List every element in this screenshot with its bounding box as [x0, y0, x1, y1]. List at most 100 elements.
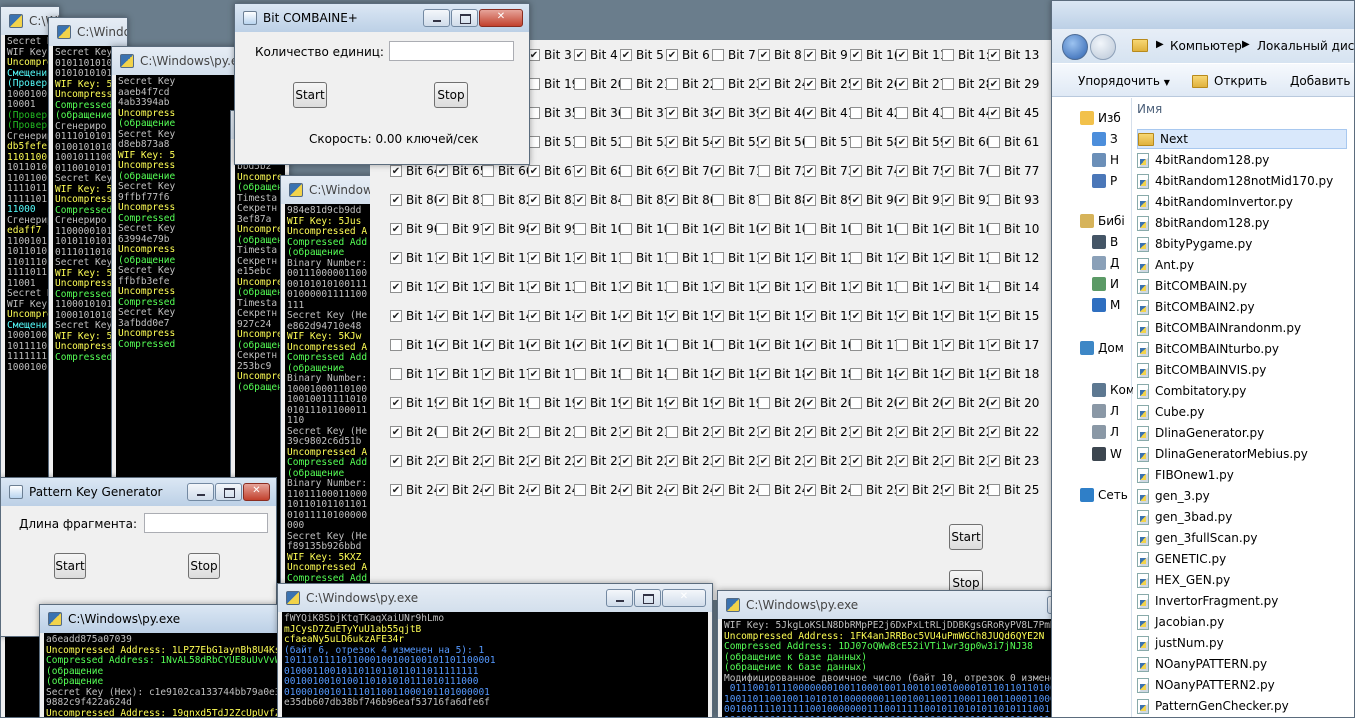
bit-checkbox[interactable]: Bit 17 — [942, 338, 993, 352]
close-button[interactable] — [479, 9, 523, 27]
grid-start-button[interactable]: Start — [949, 524, 983, 550]
unchecked-box-icon[interactable] — [988, 136, 1000, 148]
bit-checkbox[interactable]: Bit 22 — [620, 454, 671, 468]
checked-box-icon[interactable] — [528, 223, 540, 235]
bit-checkbox[interactable]: Bit 24 — [574, 483, 625, 497]
bit-checkbox[interactable]: Bit 10 — [850, 222, 901, 236]
console-titlebar[interactable]: C:\Windows\py.exe — [49, 18, 127, 46]
file-item[interactable]: FIBOnew1.py — [1137, 465, 1234, 485]
bit-checkbox[interactable]: Bit 21 — [804, 425, 855, 439]
checked-box-icon[interactable] — [896, 455, 908, 467]
bit-checkbox[interactable]: Bit 28 — [942, 77, 993, 91]
checked-box-icon[interactable] — [436, 165, 448, 177]
bit-checkbox[interactable]: Bit 54 — [666, 135, 717, 149]
unchecked-box-icon[interactable] — [712, 339, 724, 351]
bit-checkbox[interactable]: Bit 21 — [896, 425, 947, 439]
file-item[interactable]: NOanyPATTERN2.py — [1137, 675, 1275, 695]
checked-box-icon[interactable] — [620, 397, 632, 409]
checked-box-icon[interactable] — [988, 368, 1000, 380]
bit-checkbox[interactable]: Bit 23 — [804, 454, 855, 468]
checked-box-icon[interactable] — [436, 368, 448, 380]
checked-box-icon[interactable] — [620, 281, 632, 293]
bit-checkbox[interactable]: Bit 67 — [528, 164, 579, 178]
bit-checkbox[interactable]: Bit 20 — [850, 396, 901, 410]
checked-box-icon[interactable] — [390, 194, 402, 206]
unchecked-box-icon[interactable] — [988, 484, 1000, 496]
bit-checkbox[interactable]: Bit 18 — [666, 367, 717, 381]
checked-box-icon[interactable] — [620, 455, 632, 467]
bit-checkbox[interactable]: Bit 14 — [528, 309, 579, 323]
unchecked-box-icon[interactable] — [620, 194, 632, 206]
checked-box-icon[interactable] — [850, 165, 862, 177]
file-item[interactable]: gen_3.py — [1137, 486, 1210, 506]
minimize-button[interactable] — [423, 9, 450, 27]
add-to-button[interactable]: Добавить в — [1290, 74, 1354, 88]
checked-box-icon[interactable] — [528, 310, 540, 322]
bit-checkbox[interactable]: Bit 22 — [482, 454, 533, 468]
bit-checkbox[interactable]: Bit 17 — [850, 338, 901, 352]
checked-box-icon[interactable] — [758, 339, 770, 351]
bit-checkbox[interactable]: Bit 13 — [850, 280, 901, 294]
bit-checkbox[interactable]: Bit 14 — [896, 280, 947, 294]
bit-checkbox[interactable]: Bit 21 — [666, 425, 717, 439]
unchecked-box-icon[interactable] — [574, 281, 586, 293]
bit-checkbox[interactable]: Bit 25 — [988, 483, 1039, 497]
checked-box-icon[interactable] — [896, 194, 908, 206]
nav-item[interactable]: Р — [1092, 171, 1117, 191]
nav-item[interactable]: Л — [1092, 422, 1119, 442]
unchecked-box-icon[interactable] — [988, 194, 1000, 206]
minimize-button[interactable] — [606, 589, 633, 607]
bit-checkbox[interactable]: Bit 23 — [942, 454, 993, 468]
checked-box-icon[interactable] — [896, 136, 908, 148]
checked-box-icon[interactable] — [850, 426, 862, 438]
bit-checkbox[interactable]: Bit 18 — [850, 367, 901, 381]
checked-box-icon[interactable] — [390, 281, 402, 293]
nav-item[interactable]: Ком — [1092, 380, 1135, 400]
checked-box-icon[interactable] — [712, 397, 724, 409]
checked-box-icon[interactable] — [804, 107, 816, 119]
bit-checkbox[interactable]: Bit 4 — [574, 48, 618, 62]
checked-box-icon[interactable] — [482, 397, 494, 409]
bit-combaine-titlebar[interactable]: Bit COMBAINE+ — [235, 4, 529, 32]
nav-item[interactable]: Л — [1092, 401, 1119, 421]
checked-box-icon[interactable] — [988, 426, 1000, 438]
bit-checkbox[interactable]: Bit 17 — [896, 338, 947, 352]
unchecked-box-icon[interactable] — [436, 223, 448, 235]
unchecked-box-icon[interactable] — [528, 426, 540, 438]
bit-checkbox[interactable]: Bit 8 — [758, 48, 802, 62]
unchecked-box-icon[interactable] — [712, 49, 724, 61]
checked-box-icon[interactable] — [942, 484, 954, 496]
bit-checkbox[interactable]: Bit 75 — [896, 164, 947, 178]
bit-checkbox[interactable]: Bit 3 — [528, 48, 572, 62]
checked-box-icon[interactable] — [666, 397, 678, 409]
checked-box-icon[interactable] — [528, 368, 540, 380]
file-item[interactable]: BitCOMBAIN2.py — [1137, 297, 1255, 317]
bit-checkbox[interactable]: Bit 20 — [390, 425, 441, 439]
checked-box-icon[interactable] — [390, 484, 402, 496]
bit-checkbox[interactable]: Bit 12 — [988, 251, 1039, 265]
bit-checkbox[interactable]: Bit 14 — [390, 309, 441, 323]
bit-checkbox[interactable]: Bit 19 — [666, 396, 717, 410]
checked-box-icon[interactable] — [482, 339, 494, 351]
bit-checkbox[interactable]: Bit 25 — [850, 483, 901, 497]
start-button[interactable]: Start — [293, 82, 327, 108]
bit-checkbox[interactable]: Bit 11 — [528, 251, 579, 265]
bit-checkbox[interactable]: Bit 21 — [620, 425, 671, 439]
checked-box-icon[interactable] — [666, 484, 678, 496]
bit-checkbox[interactable]: Bit 83 — [528, 193, 579, 207]
bit-checkbox[interactable]: Bit 11 — [482, 251, 533, 265]
bit-checkbox[interactable]: Bit 15 — [988, 309, 1039, 323]
checked-box-icon[interactable] — [988, 107, 1000, 119]
bit-checkbox[interactable]: Bit 13 — [666, 280, 717, 294]
checked-box-icon[interactable] — [804, 78, 816, 90]
checked-box-icon[interactable] — [896, 78, 908, 90]
checked-box-icon[interactable] — [804, 252, 816, 264]
bit-checkbox[interactable]: Bit 23 — [758, 454, 809, 468]
checked-box-icon[interactable] — [896, 368, 908, 380]
maximize-button[interactable] — [215, 483, 242, 501]
bit-checkbox[interactable]: Bit 19 — [482, 396, 533, 410]
bit-checkbox[interactable]: Bit 13 — [758, 280, 809, 294]
bit-checkbox[interactable]: Bit 11 — [666, 251, 717, 265]
bit-checkbox[interactable]: Bit 10 — [574, 222, 625, 236]
bit-checkbox[interactable]: Bit 19 — [574, 396, 625, 410]
